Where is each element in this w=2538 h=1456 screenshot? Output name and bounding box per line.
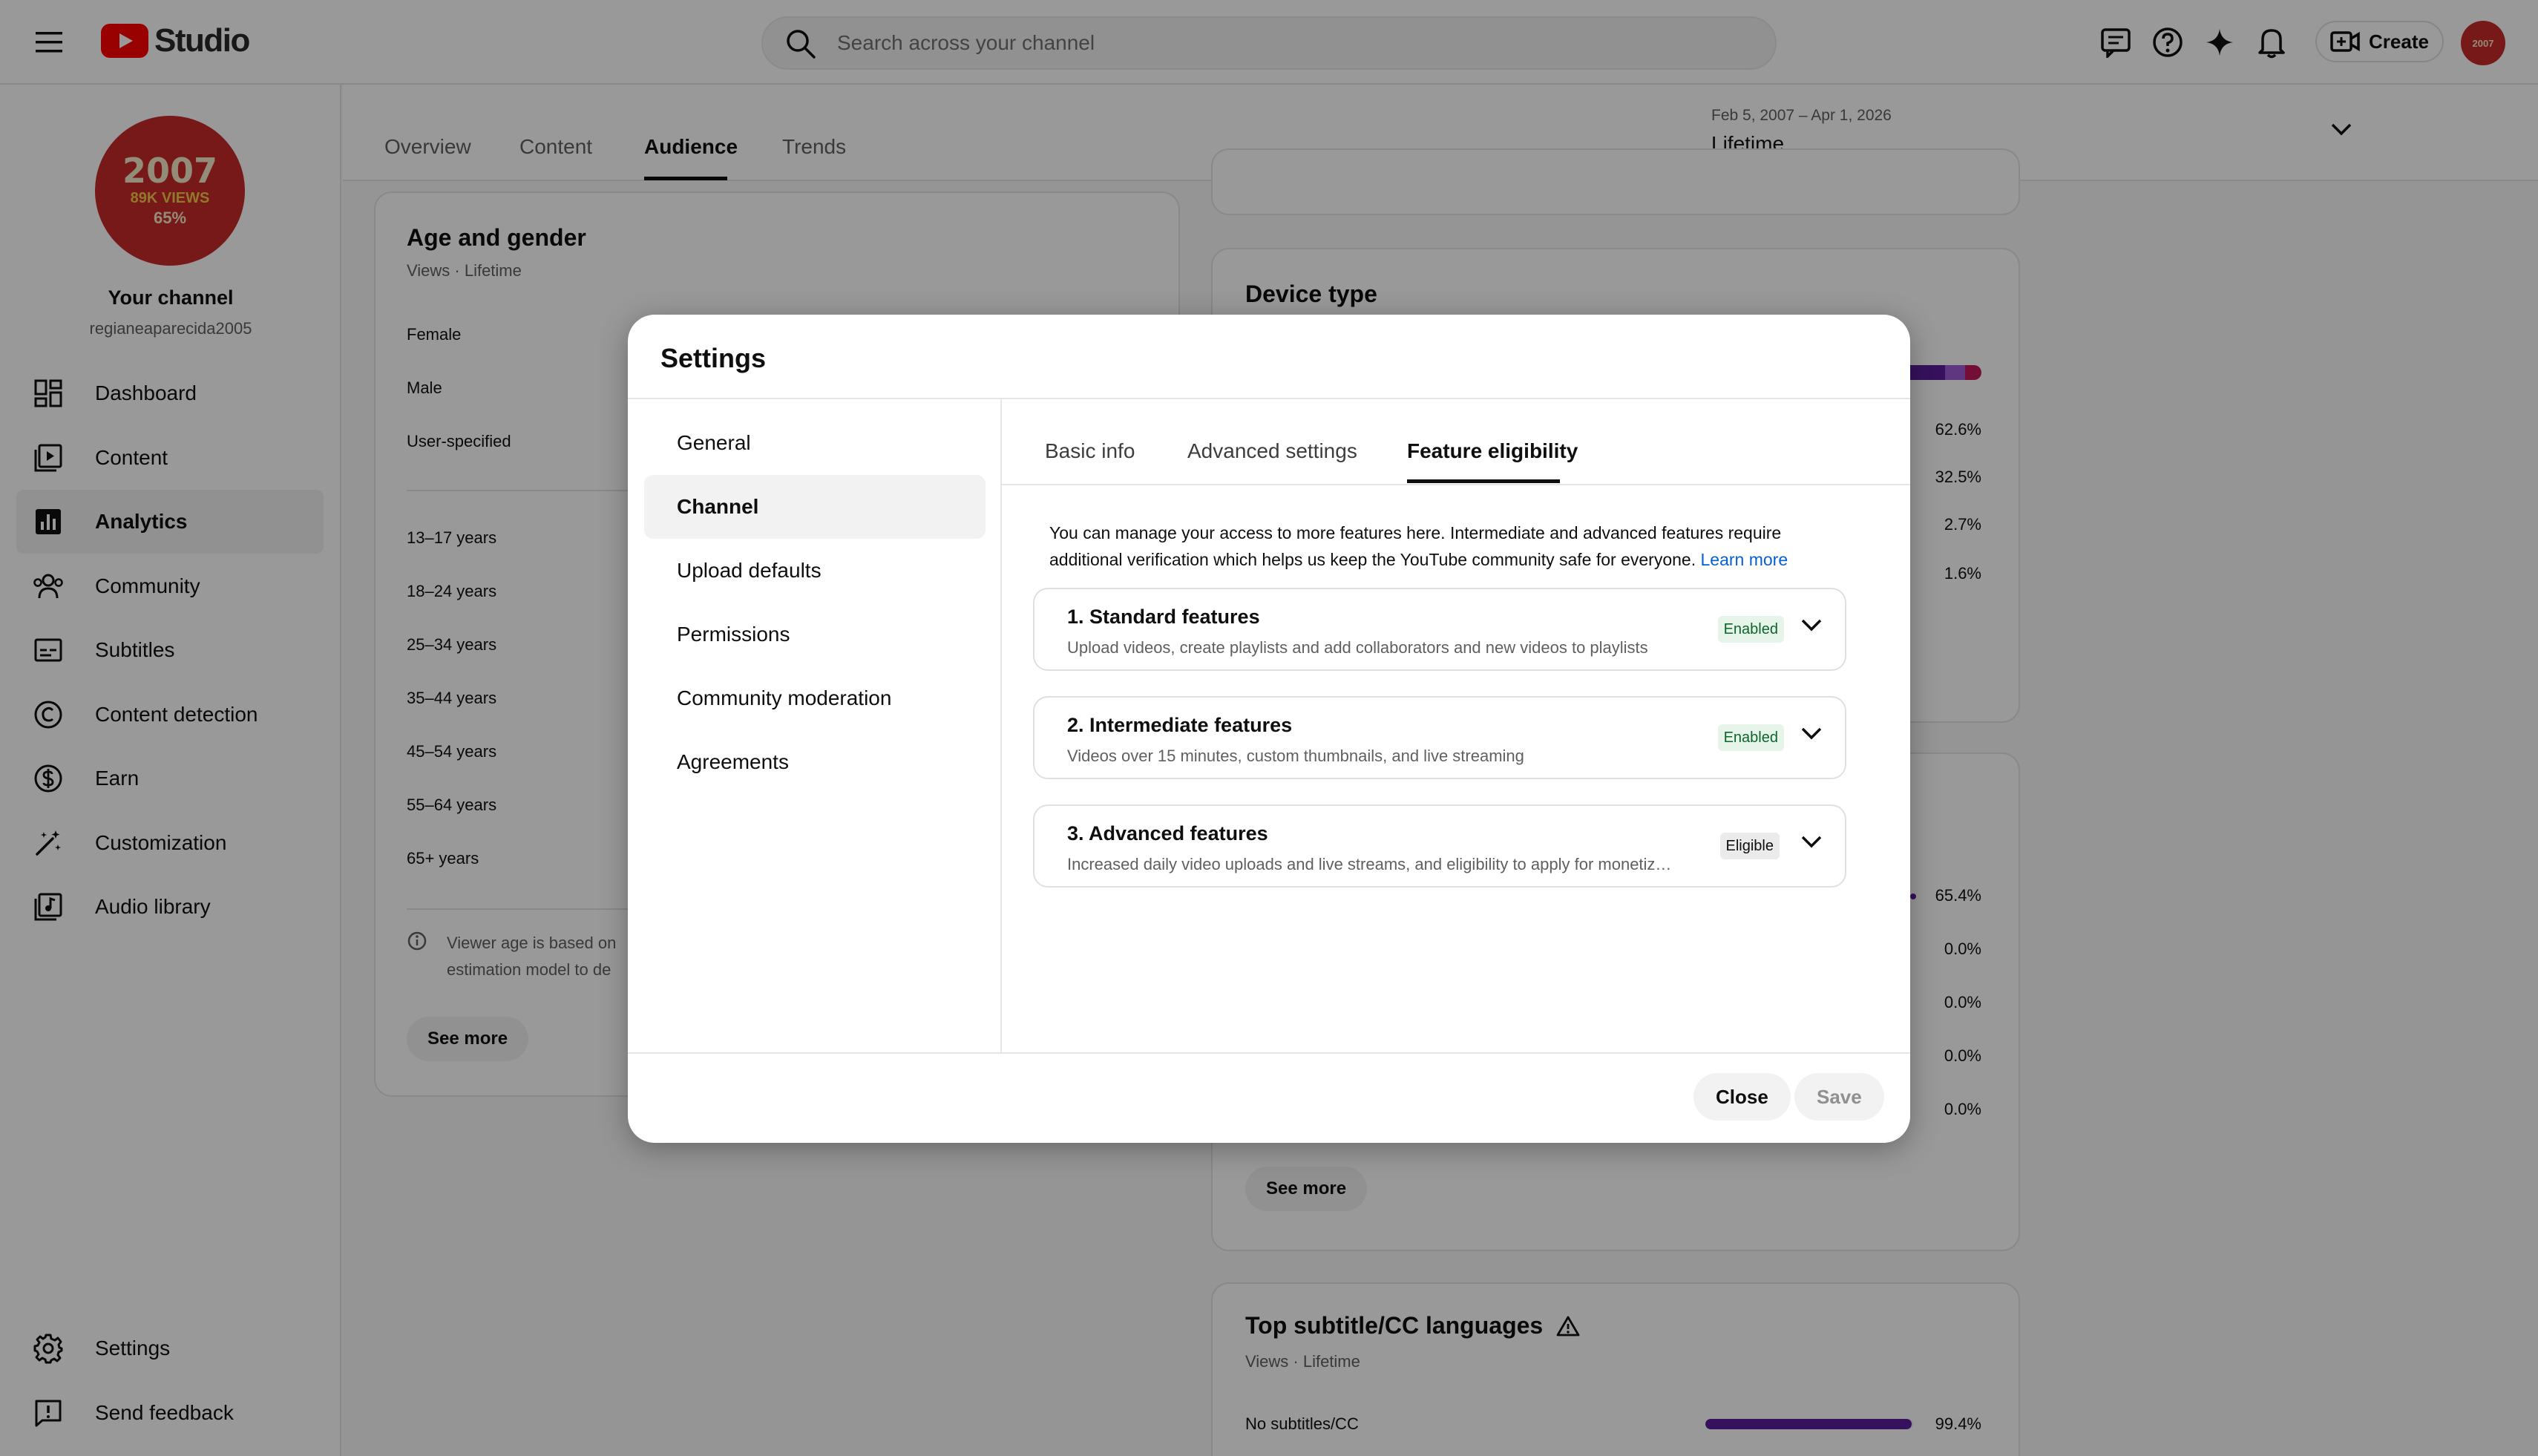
divider bbox=[628, 1052, 1910, 1054]
feature-description: Increased daily video uploads and live s… bbox=[1067, 855, 1672, 873]
settings-nav-general[interactable]: General bbox=[644, 411, 986, 475]
chevron-down-icon[interactable] bbox=[1800, 834, 1823, 849]
tab-advanced-settings[interactable]: Advanced settings bbox=[1187, 439, 1357, 463]
close-button[interactable]: Close bbox=[1693, 1073, 1791, 1121]
save-button[interactable]: Save bbox=[1794, 1073, 1884, 1121]
chevron-down-icon[interactable] bbox=[1800, 726, 1823, 741]
settings-nav-agreements[interactable]: Agreements bbox=[644, 730, 986, 794]
status-badge: Enabled bbox=[1717, 616, 1784, 643]
divider bbox=[1000, 399, 1002, 1052]
feature-advanced[interactable]: 3. Advanced features Increased daily vid… bbox=[1033, 804, 1846, 888]
settings-nav-upload-defaults[interactable]: Upload defaults bbox=[644, 539, 986, 603]
settings-nav-permissions[interactable]: Permissions bbox=[644, 603, 986, 666]
settings-title: Settings bbox=[660, 343, 767, 373]
status-badge: Eligible bbox=[1719, 833, 1780, 859]
feature-title: 2. Intermediate features bbox=[1067, 714, 1293, 736]
feature-eligibility-intro: You can manage your access to more featu… bbox=[1049, 519, 1821, 573]
feature-description: Videos over 15 minutes, custom thumbnail… bbox=[1067, 747, 1524, 765]
settings-nav-community-moderation[interactable]: Community moderation bbox=[644, 666, 986, 730]
feature-title: 3. Advanced features bbox=[1067, 822, 1268, 845]
settings-nav-channel[interactable]: Channel bbox=[644, 475, 986, 539]
chevron-down-icon[interactable] bbox=[1800, 617, 1823, 632]
intro-text-line1: You can manage your access to more featu… bbox=[1049, 523, 1782, 542]
divider bbox=[628, 398, 1910, 399]
settings-dialog: Settings General Channel Upload defaults… bbox=[628, 315, 1910, 1143]
divider bbox=[1002, 484, 1910, 485]
feature-intermediate[interactable]: 2. Intermediate features Videos over 15 … bbox=[1033, 696, 1846, 779]
tab-basic-info[interactable]: Basic info bbox=[1045, 439, 1135, 463]
learn-more-link[interactable]: Learn more bbox=[1701, 550, 1788, 569]
active-tab-indicator bbox=[1407, 479, 1560, 483]
feature-standard[interactable]: 1. Standard features Upload videos, crea… bbox=[1033, 588, 1846, 671]
feature-title: 1. Standard features bbox=[1067, 606, 1260, 628]
status-badge: Enabled bbox=[1717, 724, 1784, 751]
intro-text-line2: additional verification which helps us k… bbox=[1049, 550, 1696, 569]
tab-feature-eligibility[interactable]: Feature eligibility bbox=[1407, 439, 1578, 463]
feature-description: Upload videos, create playlists and add … bbox=[1067, 638, 1648, 657]
